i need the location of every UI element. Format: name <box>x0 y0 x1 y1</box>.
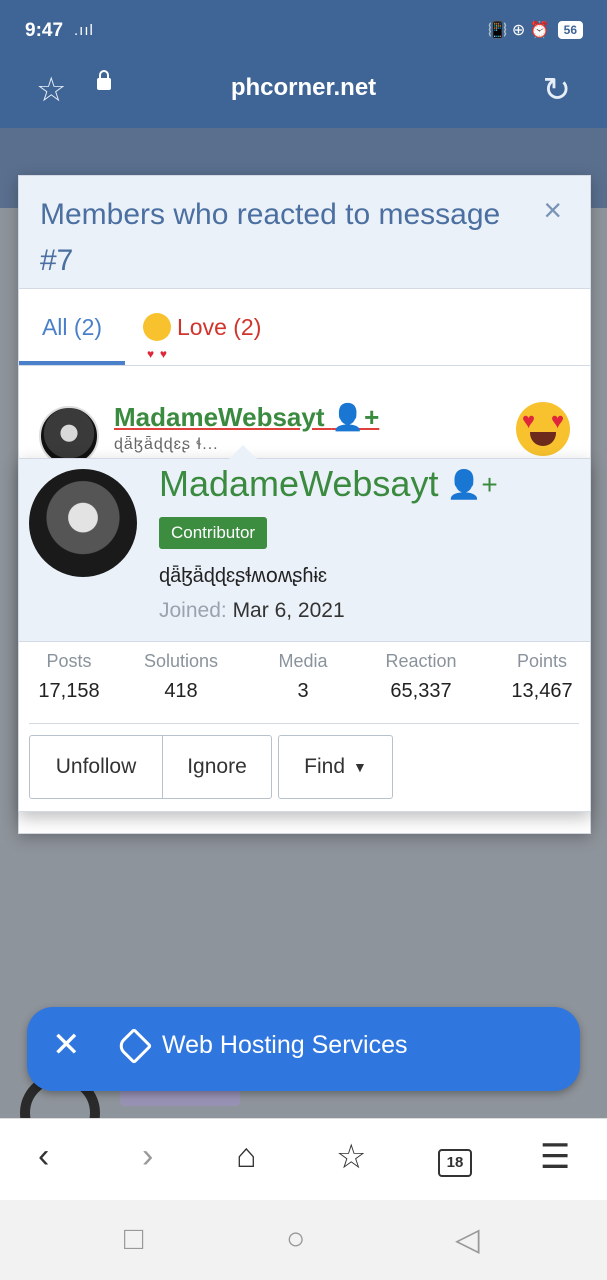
custom-title: ɖǟɮǟɖɖɛʂɬʍօʍʂɦɨɛ <box>159 565 328 587</box>
stat-value: 418 <box>164 680 198 702</box>
member-subtitle: ɖǟɮǟɖɖɛʂ ɬ... <box>114 436 219 453</box>
find-label: Find <box>304 755 345 778</box>
close-icon[interactable]: × <box>543 192 562 229</box>
follow-user-icon: 👤+ <box>446 468 498 500</box>
stat-points[interactable]: Points 13,467 <box>497 651 587 703</box>
bookmarks-icon[interactable]: ☆ <box>336 1137 366 1177</box>
battery-icon: 56 <box>557 21 583 39</box>
caret-down-icon: ▼ <box>353 759 367 775</box>
unfollow-button[interactable]: Unfollow <box>29 735 163 799</box>
browser-top-bar: 9:47 .ııl 📳 ⊕ ⏰ 56 ☆ phcorner.net ↻ <box>0 0 607 128</box>
stat-label: Reaction <box>385 651 457 671</box>
joined-date: Mar 6, 2021 <box>232 599 345 622</box>
heart-eyes-emoji-icon <box>143 313 171 392</box>
promo-label: Web Hosting Services <box>162 1031 408 1059</box>
home-icon[interactable]: ⌂ <box>236 1137 257 1176</box>
back-triangle-icon[interactable]: ◁ <box>455 1220 480 1258</box>
modal-header: Members who reacted to message #7 × <box>19 176 590 289</box>
love-reaction-icon: ♥ ♥ <box>516 402 570 456</box>
card-header: MadameWebsayt 👤+ Contributor ɖǟɮǟɖɖɛʂɬʍօ… <box>19 459 590 642</box>
find-button[interactable]: Find ▼ <box>278 735 393 799</box>
stat-value: 17,158 <box>38 680 100 702</box>
joined-label: Joined: <box>159 599 227 622</box>
joined-info: Joined: Mar 6, 2021 <box>159 599 345 623</box>
modal-title: Members who reacted to message #7 <box>40 198 501 277</box>
recents-icon[interactable]: □ <box>124 1220 143 1257</box>
stat-reaction[interactable]: Reaction 65,337 <box>371 651 471 703</box>
stat-label: Posts <box>46 651 92 671</box>
card-username-text: MadameWebsayt <box>159 463 439 504</box>
forward-icon[interactable]: › <box>142 1137 153 1176</box>
reload-icon[interactable]: ↻ <box>543 70 572 110</box>
back-icon[interactable]: ‹ <box>38 1137 49 1176</box>
menu-icon[interactable]: ☰ <box>540 1137 570 1177</box>
status-icons: 📳 ⊕ ⏰ 56 <box>487 20 583 40</box>
stat-label: Solutions <box>143 651 219 671</box>
stat-label: Points <box>516 651 568 671</box>
member-name-text: MadameWebsayt <box>114 402 325 432</box>
tab-love-label: Love (2) <box>177 314 262 340</box>
url-domain[interactable]: phcorner.net <box>0 74 607 102</box>
stat-media[interactable]: Media 3 <box>263 651 343 703</box>
tabs-icon[interactable]: 18 <box>438 1149 472 1177</box>
close-icon[interactable]: ✕ <box>52 1025 81 1065</box>
tab-love[interactable]: Love (2) <box>143 289 262 392</box>
signal-icon: .ııl <box>74 22 94 39</box>
home-circle-icon[interactable]: ○ <box>286 1220 305 1257</box>
system-nav-bar: □ ○ ◁ <box>0 1200 607 1280</box>
list-item: MadameWebsayt 👤+ ɖǟɮǟɖɖɛʂ ɬ... ♥ ♥ <box>19 366 590 466</box>
stat-posts[interactable]: Posts 17,158 <box>29 651 109 703</box>
url-bar[interactable]: ☆ phcorner.net ↻ <box>0 62 607 128</box>
member-stats: Posts 17,158 Solutions 418 Media 3 React… <box>19 651 590 721</box>
status-time: 9:47 <box>25 20 64 41</box>
stat-label: Media <box>278 651 328 671</box>
avatar-large[interactable] <box>29 469 137 577</box>
status-bar: 9:47 .ııl 📳 ⊕ ⏰ 56 <box>0 0 607 62</box>
browser-bottom-nav: ‹ › ⌂ ☆ 18 ☰ <box>0 1118 607 1201</box>
avatar[interactable] <box>39 406 99 466</box>
stat-value: 3 <box>297 680 309 702</box>
ignore-button[interactable]: Ignore <box>162 735 272 799</box>
member-tooltip-card: MadameWebsayt 👤+ Contributor ɖǟɮǟɖɖɛʂɬʍօ… <box>18 445 591 812</box>
web-hosting-promo[interactable]: ✕ Web Hosting Services <box>27 1007 580 1091</box>
tag-icon <box>115 1027 153 1065</box>
follow-user-icon: 👤+ <box>331 402 380 432</box>
reaction-tabs: All (2) Love (2) <box>19 289 590 392</box>
stat-value: 13,467 <box>511 680 573 702</box>
member-name-link[interactable]: MadameWebsayt 👤+ <box>114 402 379 433</box>
stat-value: 65,337 <box>390 680 452 702</box>
tab-all[interactable]: All (2) <box>19 289 125 365</box>
status-right-icons: 📳 ⊕ ⏰ <box>487 22 550 39</box>
divider <box>29 723 579 724</box>
tooltip-arrow <box>229 445 257 459</box>
card-username[interactable]: MadameWebsayt 👤+ <box>159 463 498 505</box>
user-title-badge: Contributor <box>159 517 268 549</box>
stat-solutions[interactable]: Solutions 418 <box>131 651 231 703</box>
